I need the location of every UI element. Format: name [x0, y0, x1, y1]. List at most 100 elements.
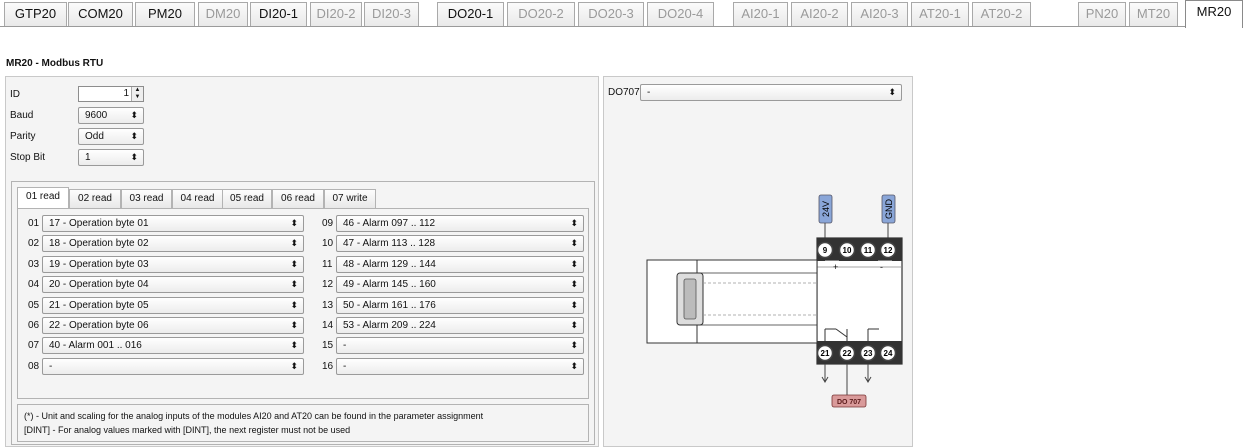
- register-select-11[interactable]: 48 - Alarm 129 .. 144 ⬍: [336, 255, 584, 273]
- tab-06-read[interactable]: 06 read: [272, 189, 324, 208]
- parity-select[interactable]: Odd ⬍: [78, 128, 144, 145]
- updown-arrow-icon: ⬍: [290, 360, 298, 371]
- register-select-14[interactable]: 53 - Alarm 209 .. 224 ⬍: [336, 317, 584, 334]
- register-number: 10: [322, 238, 334, 250]
- terminal-label-9: 9: [823, 246, 828, 255]
- stopbit-value: 1: [85, 152, 91, 163]
- tab-gtp20[interactable]: GTP20: [4, 2, 67, 26]
- baud-select[interactable]: 9600 ⬍: [78, 107, 144, 124]
- register-value: 53 - Alarm 209 .. 224: [343, 320, 436, 331]
- power-24v-label: 24V: [821, 201, 831, 217]
- register-number: 13: [322, 299, 334, 311]
- updown-arrow-icon: ⬍: [570, 320, 578, 330]
- register-select-10[interactable]: 47 - Alarm 113 .. 128 ⬍: [336, 235, 584, 253]
- terminal-label-10: 10: [843, 246, 852, 255]
- register-select-13[interactable]: 50 - Alarm 161 .. 176 ⬍: [336, 296, 584, 314]
- tab-at20-2[interactable]: AT20-2: [972, 2, 1031, 26]
- register-value: 18 - Operation byte 02: [49, 238, 149, 250]
- terminal-label-12: 12: [884, 246, 893, 255]
- tab-at20-1[interactable]: AT20-1: [911, 2, 969, 26]
- stopbit-label: Stop Bit: [10, 152, 46, 163]
- tab-02-read[interactable]: 02 read: [69, 189, 121, 208]
- register-number: 06: [28, 320, 40, 331]
- terminal-label-22: 22: [843, 349, 852, 358]
- tab-do20-4[interactable]: DO20-4: [647, 2, 714, 26]
- updown-arrow-icon: ⬍: [130, 152, 138, 162]
- terminal-label-11: 11: [864, 246, 873, 255]
- register-value: -: [343, 360, 347, 372]
- register-number: 04: [28, 279, 40, 291]
- tab-mt20[interactable]: MT20: [1129, 2, 1178, 26]
- register-select-08[interactable]: - ⬍: [42, 357, 304, 375]
- updown-arrow-icon: ⬍: [570, 258, 578, 269]
- tab-03-read[interactable]: 03 read: [121, 189, 172, 208]
- updown-arrow-icon: ⬍: [290, 238, 298, 249]
- minus-sign: -: [880, 262, 883, 272]
- register-value: 46 - Alarm 097 .. 112: [343, 218, 436, 229]
- tab-ai20-1[interactable]: AI20-1: [733, 2, 788, 26]
- register-select-12[interactable]: 49 - Alarm 145 .. 160 ⬍: [336, 276, 584, 294]
- register-select-16[interactable]: - ⬍: [336, 357, 584, 375]
- tab-do20-3[interactable]: DO20-3: [578, 2, 644, 26]
- register-value: 48 - Alarm 129 .. 144: [343, 258, 436, 270]
- tab-com20[interactable]: COM20: [68, 2, 133, 26]
- id-spinner[interactable]: 1 ▲ ▼: [78, 86, 144, 102]
- spinner-arrows-icon[interactable]: ▲ ▼: [131, 87, 143, 101]
- updown-arrow-icon: ⬍: [290, 258, 298, 269]
- tab-ai20-3[interactable]: AI20-3: [851, 2, 908, 26]
- register-select-07[interactable]: 40 - Alarm 001 .. 016 ⬍: [42, 337, 304, 355]
- module-tab-bar: GTP20 COM20 PM20 DM20 DI20-1 DI20-2 DI20-3 DO20…: [0, 0, 1243, 28]
- updown-arrow-icon: ⬍: [570, 279, 578, 290]
- updown-arrow-icon: ⬍: [570, 360, 578, 371]
- tab-di20-2[interactable]: DI20-2: [310, 2, 362, 26]
- updown-arrow-icon: ⬍: [290, 299, 298, 310]
- register-number: 08: [28, 360, 40, 372]
- terminal-label-23: 23: [864, 349, 873, 358]
- parity-label: Parity: [10, 131, 36, 142]
- updown-arrow-icon: ⬍: [290, 340, 298, 351]
- tab-dm20[interactable]: DM20: [198, 2, 248, 26]
- register-select-01[interactable]: 17 - Operation byte 01 ⬍: [42, 215, 304, 232]
- register-value: 50 - Alarm 161 .. 176: [343, 299, 436, 311]
- register-select-06[interactable]: 22 - Operation byte 06 ⬍: [42, 317, 304, 334]
- register-value: -: [343, 340, 347, 352]
- tab-pm20[interactable]: PM20: [135, 2, 195, 26]
- stopbit-select[interactable]: 1 ⬍: [78, 149, 144, 166]
- tab-04-read[interactable]: 04 read: [172, 189, 223, 208]
- register-number: 05: [28, 299, 40, 311]
- register-number: 09: [322, 218, 334, 229]
- register-value: -: [49, 360, 53, 372]
- tab-do20-2[interactable]: DO20-2: [507, 2, 575, 26]
- updown-arrow-icon: ⬍: [130, 110, 138, 120]
- register-value: 49 - Alarm 145 .. 160: [343, 279, 436, 291]
- parity-value: Odd: [85, 131, 104, 142]
- register-select-05[interactable]: 21 - Operation byte 05 ⬍: [42, 296, 304, 314]
- plus-sign: +: [833, 262, 838, 272]
- updown-arrow-icon: ⬍: [570, 238, 578, 249]
- register-select-02[interactable]: 18 - Operation byte 02 ⬍: [42, 235, 304, 253]
- tab-07-write[interactable]: 07 write: [324, 189, 376, 208]
- power-gnd-label: GND: [884, 199, 894, 220]
- register-number: 07: [28, 340, 40, 352]
- register-value: 47 - Alarm 113 .. 128: [343, 238, 436, 250]
- register-select-04[interactable]: 20 - Operation byte 04 ⬍: [42, 276, 304, 294]
- tab-mr20[interactable]: MR20: [1185, 0, 1243, 28]
- tab-05-read[interactable]: 05 read: [222, 189, 272, 208]
- register-select-09[interactable]: 46 - Alarm 097 .. 112 ⬍: [336, 215, 584, 232]
- note-line-2: [DINT] - For analog values marked with […: [24, 425, 351, 435]
- wiring-diagram: 24V GND 9 10 11 12 + - 21 22 23 24 DO 70…: [646, 194, 903, 408]
- tab-01-read[interactable]: 01 read: [17, 187, 69, 209]
- page-title: MR20 - Modbus RTU: [6, 58, 104, 69]
- register-value: 19 - Operation byte 03: [49, 258, 149, 270]
- register-value: 20 - Operation byte 04: [49, 279, 149, 291]
- tab-ai20-2[interactable]: AI20-2: [791, 2, 848, 26]
- register-number: 16: [322, 360, 334, 372]
- tab-di20-3[interactable]: DI20-3: [364, 2, 419, 26]
- register-select-03[interactable]: 19 - Operation byte 03 ⬍: [42, 255, 304, 273]
- tab-pn20[interactable]: PN20: [1078, 2, 1126, 26]
- tab-do20-1[interactable]: DO20-1: [437, 2, 504, 26]
- updown-arrow-icon: ⬍: [570, 299, 578, 310]
- register-select-15[interactable]: - ⬍: [336, 337, 584, 355]
- tab-di20-1[interactable]: DI20-1: [250, 2, 307, 26]
- id-label: ID: [10, 89, 20, 100]
